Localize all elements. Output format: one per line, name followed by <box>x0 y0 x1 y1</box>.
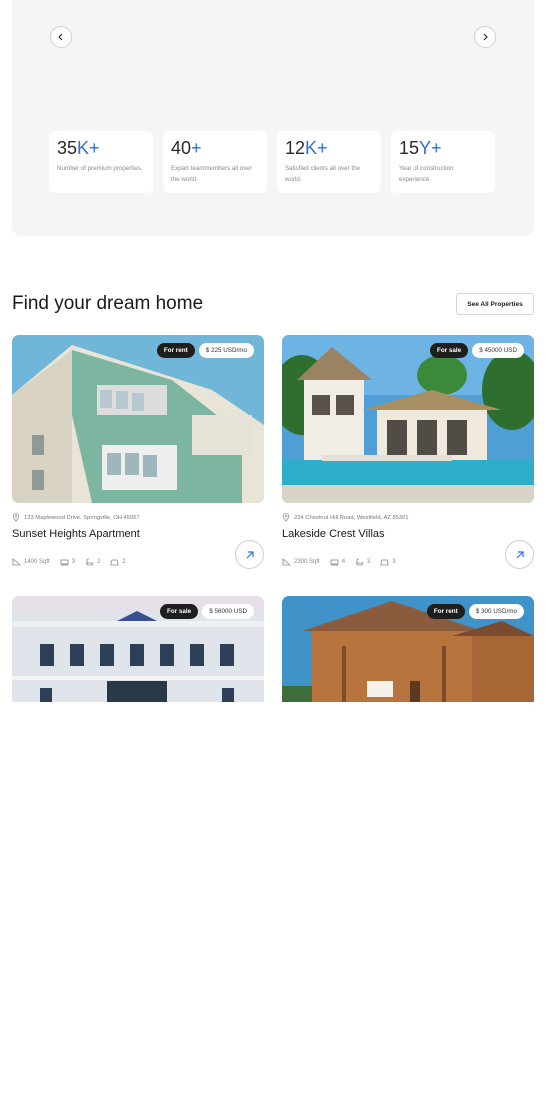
property-card[interactable]: For sale $ 56000 USD <box>12 596 264 702</box>
property-card[interactable]: For sale $ 45000 USD 234 Chestnut Hill R… <box>282 335 534 575</box>
property-address: 123 Maplewood Drive, Springville, OH 450… <box>12 513 140 522</box>
stat-card: 35K+ Number of premium properties. <box>49 131 153 193</box>
area-icon <box>282 558 291 566</box>
stat-number: 40+ <box>171 138 202 158</box>
bed-icon <box>330 559 339 566</box>
price-badge: $ 300 USD/mo <box>468 604 524 619</box>
location-pin-icon <box>282 513 290 522</box>
location-pin-icon <box>12 513 20 522</box>
arrow-up-right-icon <box>516 550 524 558</box>
property-name[interactable]: Sunset Heights Apartment <box>12 528 140 540</box>
stat-number: 15Y+ <box>399 138 442 158</box>
stat-number: 35K+ <box>57 138 100 158</box>
listing-type-badge: For sale <box>160 604 199 619</box>
listing-type-badge: For rent <box>156 343 195 358</box>
price-badge: $ 56000 USD <box>202 604 254 619</box>
section-title: Find your dream home <box>12 293 204 314</box>
stat-description: Satisfied clients all over the world. <box>285 165 360 183</box>
hero-section: 35K+ Number of premium properties. 40+ E… <box>12 0 534 236</box>
stat-card: 12K+ Satisfied clients all over the worl… <box>277 131 381 193</box>
bath-icon <box>86 558 94 566</box>
property-features: 2300 Sqft 4 3 3 <box>282 558 396 566</box>
listing-type-badge: For rent <box>426 604 465 619</box>
price-badge: $ 45000 USD <box>472 343 524 358</box>
property-card[interactable]: For rent $ 225 USD/mo 123 Maplewood Driv… <box>12 335 264 575</box>
chevron-right-icon <box>483 33 488 41</box>
bed-icon <box>60 559 69 566</box>
view-property-button[interactable] <box>235 540 264 569</box>
property-card[interactable]: For rent $ 300 USD/mo <box>282 596 534 702</box>
property-image <box>12 335 264 503</box>
see-all-properties-button[interactable]: See All Properties <box>456 293 534 315</box>
garage-icon <box>110 559 119 566</box>
stat-card: 15Y+ Year of construction experience. <box>391 131 495 193</box>
price-badge: $ 225 USD/mo <box>198 343 254 358</box>
bath-icon <box>356 558 364 566</box>
property-address: 234 Chestnut Hill Road, Westfield, AZ 85… <box>282 513 409 522</box>
listing-type-badge: For sale <box>430 343 469 358</box>
stat-description: Year of construction experience. <box>399 165 454 183</box>
arrow-up-right-icon <box>246 550 254 558</box>
garage-icon <box>380 559 389 566</box>
property-image <box>282 335 534 503</box>
property-features: 1400 Sqft 3 2 2 <box>12 558 126 566</box>
property-name[interactable]: Lakeside Crest Villas <box>282 528 385 540</box>
stat-card: 40+ Expart teammembers all over the worl… <box>163 131 267 193</box>
stat-description: Number of premium properties. <box>57 165 143 172</box>
area-icon <box>12 558 21 566</box>
carousel-prev-button[interactable] <box>50 26 72 48</box>
view-property-button[interactable] <box>505 540 534 569</box>
stat-description: Expart teammembers all over the world. <box>171 165 252 183</box>
carousel-next-button[interactable] <box>474 26 496 48</box>
chevron-left-icon <box>58 33 63 41</box>
stat-number: 12K+ <box>285 138 328 158</box>
